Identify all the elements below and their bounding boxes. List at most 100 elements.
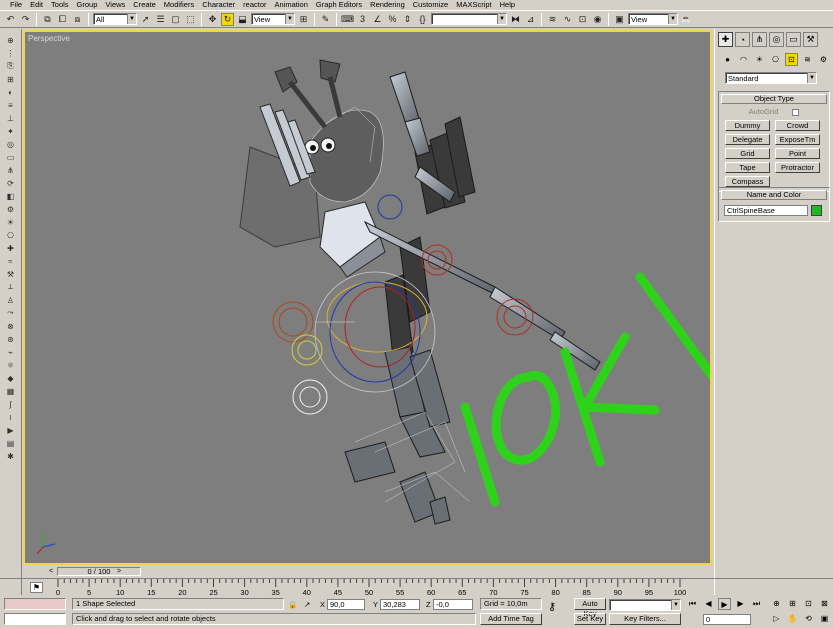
render-frame-icon[interactable]: ▤ [4,437,18,449]
display-tab-icon[interactable]: ▭ [786,32,801,47]
percent-snap-icon[interactable]: % [386,13,399,26]
autogrid-checkbox[interactable] [792,108,800,116]
array-icon[interactable]: ⊞ [4,73,18,85]
grid-button[interactable]: Grid [725,148,770,159]
curve-editor-icon[interactable]: ∿ [561,13,574,26]
menu-edit[interactable]: Edit [26,0,47,9]
create-tab-icon[interactable]: ✚ [718,32,733,47]
layer-manager-icon[interactable]: ≋ [546,13,559,26]
select-and-scale-icon[interactable]: ⬓ [236,13,249,26]
reference-coordinate-dropdown[interactable]: View ▼ [251,13,295,25]
menu-rendering[interactable]: Rendering [366,0,409,9]
object-type-header[interactable]: Object Type [721,94,827,104]
redo-icon[interactable]: ↷ [19,13,32,26]
space-warps-icon[interactable]: ≋ [801,53,814,66]
select-and-manipulate-icon[interactable]: ✎ [319,13,332,26]
normal-align-icon[interactable]: ⊥ [4,112,18,124]
crowd-button[interactable]: Crowd [775,120,820,131]
selected-keys-dropdown[interactable]: ▼ [609,599,681,611]
set-key-button[interactable]: Set Key [574,613,606,625]
quick-render-icon[interactable]: ☕ [680,13,693,26]
cameras-icon[interactable]: ⎔ [769,53,782,66]
named-selection-sets-dropdown[interactable]: ▼ [431,13,507,25]
align-icon[interactable]: ≡ [4,99,18,111]
utilities-tab-icon[interactable]: ⚒ [803,32,818,47]
geometry-icon[interactable]: ● [721,53,734,66]
align-camera-icon[interactable]: ◎ [4,138,18,150]
object-category-dropdown[interactable]: Standard ▼ [725,72,817,84]
exposetm-button[interactable]: ExposeTm [775,134,820,145]
menu-group[interactable]: Group [73,0,102,9]
camera-icon[interactable]: ⎔ [4,229,18,241]
maximize-viewport-icon[interactable]: ▣ [818,613,831,625]
menu-create[interactable]: Create [129,0,160,9]
spinner-snap-icon[interactable]: ⇕ [401,13,414,26]
angle-snap-icon[interactable]: ∠ [371,13,384,26]
menu-graph-editors[interactable]: Graph Editors [312,0,366,9]
spacing-tool-icon[interactable]: ⋮ [4,47,18,59]
select-by-name-icon[interactable]: ☰ [154,13,167,26]
rectangular-selection-icon[interactable]: ▢ [169,13,182,26]
keyboard-shortcut-override-icon[interactable]: ⌨ [341,13,354,26]
object-color-swatch[interactable] [811,205,822,216]
arc-rotate-icon[interactable]: ⟲ [802,613,815,625]
zoom-extents-all-icon[interactable]: ⊠ [818,598,831,610]
field-of-view-icon[interactable]: ▷ [770,613,783,625]
select-and-rotate-icon[interactable]: ↻ [221,12,234,26]
time-slider-prev-button[interactable]: < [47,567,55,576]
unlink-icon[interactable]: ⧠ [56,13,69,26]
rope-icon[interactable]: ∫ [4,398,18,410]
render-scene-icon[interactable]: ▣ [613,13,626,26]
menu-reactor[interactable]: reactor [239,0,270,9]
rigid-body-icon[interactable]: ◆ [4,372,18,384]
set-key-mode-icon[interactable]: ⚷ [548,602,556,613]
modify-tab-icon[interactable]: ◔ [735,32,750,47]
selection-filter-dropdown[interactable]: All ▼ [93,13,137,25]
previous-frame-icon[interactable]: ◀ [702,598,715,610]
absolute-mode-icon[interactable]: ↗ [304,599,310,610]
menu-customize[interactable]: Customize [409,0,452,9]
space-warp-icon[interactable]: ≈ [4,255,18,267]
point-button[interactable]: Point [775,148,820,159]
ik-solver-icon[interactable]: ⤳ [4,307,18,319]
zoom-extents-icon[interactable]: ⊡ [802,598,815,610]
window-crossing-icon[interactable]: ⬚ [184,13,197,26]
helpers-icon[interactable]: ⊡ [785,53,798,66]
reactor-icon[interactable]: ⚛ [4,359,18,371]
menu-animation[interactable]: Animation [271,0,312,9]
menu-maxscript[interactable]: MAXScript [452,0,495,9]
maxscript-input-mini[interactable] [4,613,66,625]
track-bar-filter-icon[interactable]: ⚑ [30,582,43,593]
display-icon[interactable]: ◧ [4,190,18,202]
viewport-label[interactable]: Perspective [28,34,70,43]
delegate-button[interactable]: Delegate [725,134,770,145]
hierarchy-icon[interactable]: ⋔ [4,164,18,176]
cloth-icon[interactable]: ▦ [4,385,18,397]
place-highlight-icon[interactable]: ✦ [4,125,18,137]
pivot-center-icon[interactable]: ⊞ [297,13,310,26]
menu-file[interactable]: File [6,0,26,9]
current-frame-field[interactable]: 0 [703,614,751,625]
select-and-link-icon[interactable]: ⧉ [41,13,54,26]
time-slider-thumb[interactable]: 0 / 100 [57,567,141,576]
menu-modifiers[interactable]: Modifiers [160,0,198,9]
bone-icon[interactable]: ⟂ [4,281,18,293]
go-to-start-icon[interactable]: ⏮ [686,598,699,610]
autogrid-checkbox-row[interactable]: AutoGrid [719,107,829,116]
bind-space-warp-icon[interactable]: ⧈ [71,13,84,26]
menu-help[interactable]: Help [496,0,519,9]
name-and-color-header[interactable]: Name and Color [721,190,827,200]
next-frame-icon[interactable]: ▶ [734,598,747,610]
y-coordinate-field[interactable]: 30,283 [380,599,420,610]
hierarchy-tab-icon[interactable]: ⋔ [752,32,767,47]
maxscript-listener-mini[interactable] [4,598,66,610]
zoom-icon[interactable]: ⊕ [770,598,783,610]
play-icon[interactable]: ▶ [718,598,731,610]
biped-icon[interactable]: ♙ [4,294,18,306]
spring-icon[interactable]: ≀ [4,411,18,423]
go-to-end-icon[interactable]: ⏭ [750,598,763,610]
pan-view-icon[interactable]: ✋ [786,613,799,625]
mirror-icon[interactable]: ⧓ [509,13,522,26]
undo-icon[interactable]: ↶ [4,13,17,26]
snapshot-icon[interactable]: ⊕ [4,34,18,46]
